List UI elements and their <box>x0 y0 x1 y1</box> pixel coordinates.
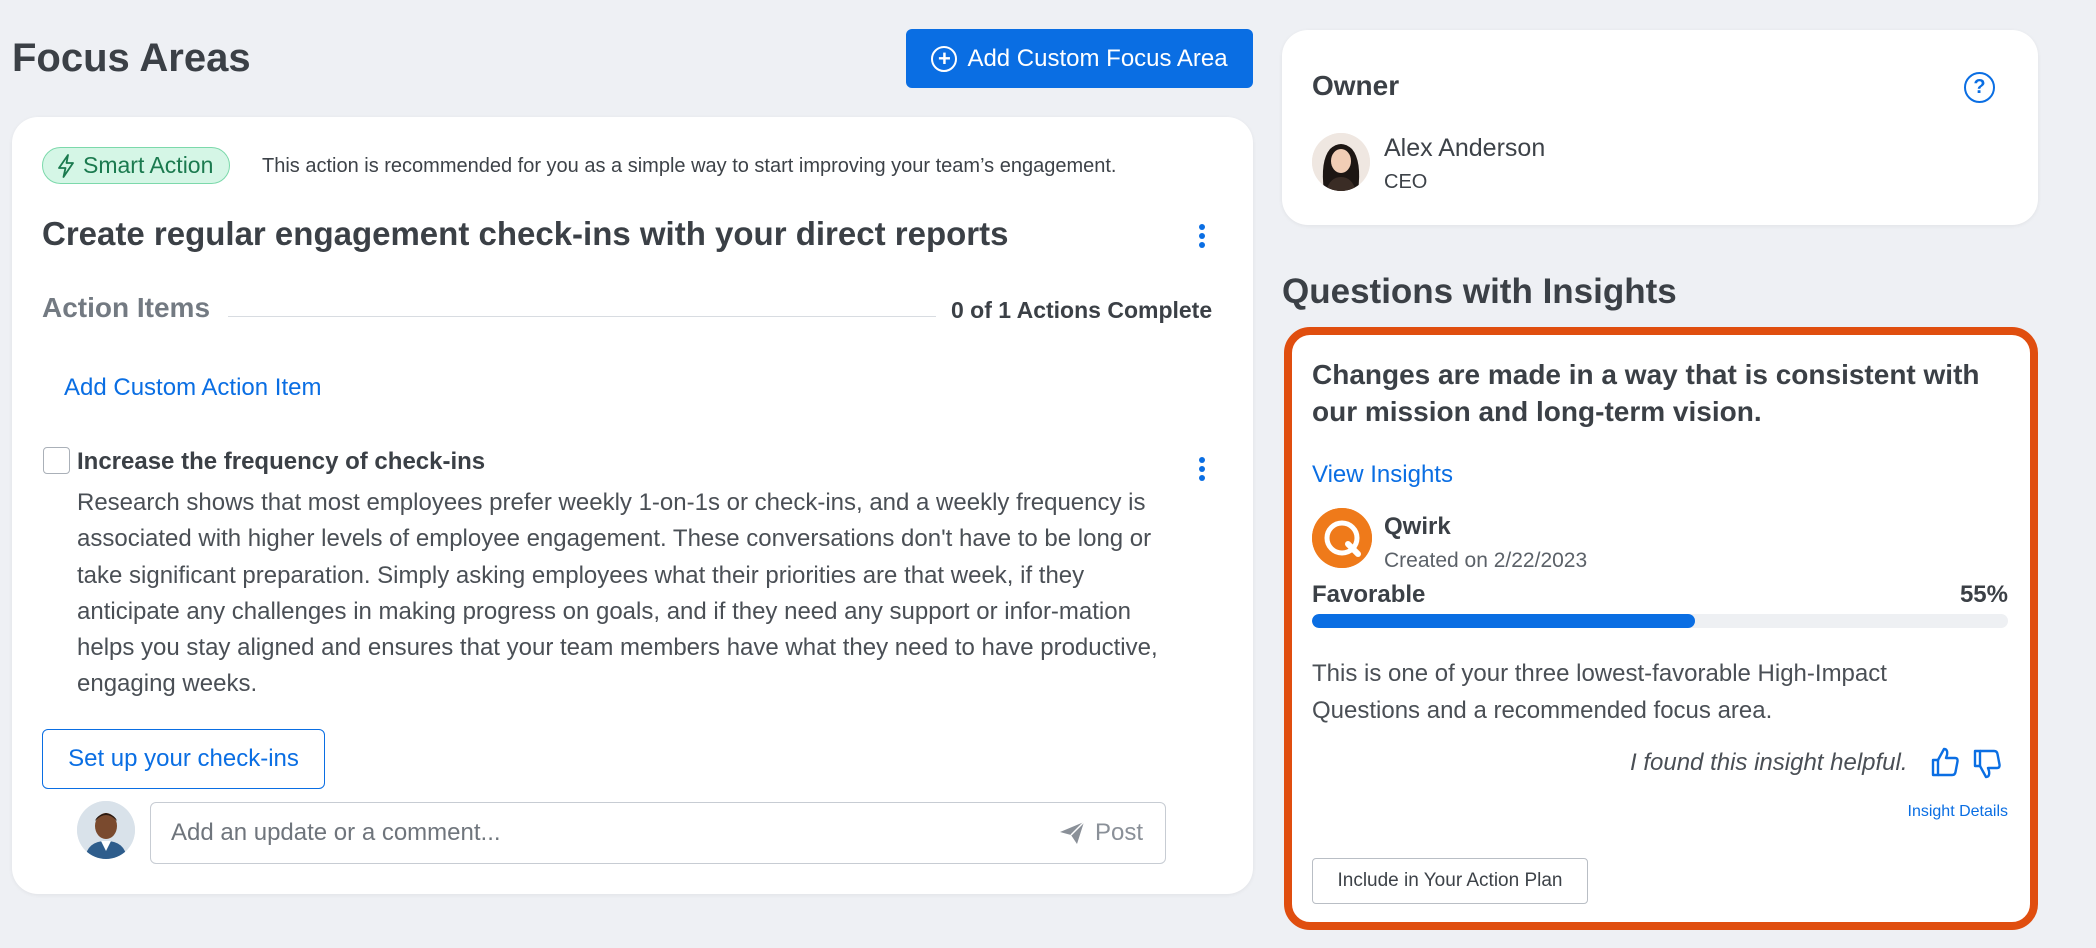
smart-action-label: Smart Action <box>83 152 214 178</box>
action-items-heading: Action Items <box>42 292 211 323</box>
qwirk-logo <box>1312 508 1372 568</box>
owner-heading: Owner <box>1312 70 1400 101</box>
smart-action-badge: Smart Action <box>42 147 231 184</box>
post-label: Post <box>1094 819 1143 846</box>
owner-role: CEO <box>1384 171 1428 193</box>
favorable-percent: 55% <box>1959 581 2008 608</box>
focus-area-more-icon[interactable] <box>1192 221 1212 251</box>
user-avatar-icon <box>77 801 135 859</box>
action-item-more-icon[interactable] <box>1192 454 1212 484</box>
set-up-check-ins-button[interactable]: Set up your check-ins <box>42 729 325 789</box>
owner-card <box>1282 30 2038 225</box>
helpful-prompt: I found this insight helpful. <box>1630 749 1908 776</box>
owner-name: Alex Anderson <box>1384 134 1546 162</box>
insight-question: Changes are made in a way that is consis… <box>1312 359 1980 427</box>
view-insights-link[interactable]: View Insights <box>1312 461 1453 489</box>
action-item-title: Increase the frequency of check-ins <box>77 448 486 475</box>
lightning-icon <box>58 153 74 178</box>
thumbs-down-icon[interactable] <box>1971 748 2003 780</box>
add-custom-focus-area-button[interactable]: + Add Custom Focus Area <box>906 29 1253 88</box>
focus-area-title: Create regular engagement check-ins with… <box>42 215 1009 252</box>
avatar <box>77 801 135 859</box>
insight-description: This is one of your three lowest-favorab… <box>1312 660 1887 724</box>
comment-input[interactable] <box>171 803 991 863</box>
add-custom-focus-area-label: Add Custom Focus Area <box>967 44 1228 72</box>
post-button[interactable]: Post <box>1059 815 1143 851</box>
owner-avatar <box>1312 133 1370 191</box>
favorable-label: Favorable <box>1312 581 1426 608</box>
action-items-divider <box>228 316 936 317</box>
plus-circle-icon: + <box>931 45 958 72</box>
insight-details-link[interactable]: Insight Details <box>1860 803 2009 821</box>
insight-source-name: Qwirk <box>1384 513 1451 540</box>
question-circle-icon[interactable]: ? <box>1964 72 1995 103</box>
action-item-checkbox[interactable] <box>43 447 70 474</box>
action-item-description: Research shows that most employees prefe… <box>77 489 1158 698</box>
qwirk-logo-icon <box>1312 508 1372 568</box>
comment-box: Post <box>150 802 1166 864</box>
insight-created-date: Created on 2/22/2023 <box>1384 549 1588 572</box>
action-items-count: 0 of 1 Actions Complete <box>951 297 1213 323</box>
thumbs-up-icon[interactable] <box>1929 746 1961 778</box>
favorable-progress-bar <box>1312 614 2008 628</box>
include-in-action-plan-button[interactable]: Include in Your Action Plan <box>1312 858 1588 904</box>
smart-action-description: This action is recommended for you as a … <box>262 155 1117 177</box>
owner-avatar-icon <box>1312 133 1370 191</box>
send-icon <box>1059 821 1085 844</box>
add-custom-action-item-link[interactable]: Add Custom Action Item <box>64 374 321 402</box>
questions-with-insights-heading: Questions with Insights <box>1282 272 1677 311</box>
page-title: Focus Areas <box>12 36 251 80</box>
favorable-progress-fill <box>1312 614 1695 628</box>
